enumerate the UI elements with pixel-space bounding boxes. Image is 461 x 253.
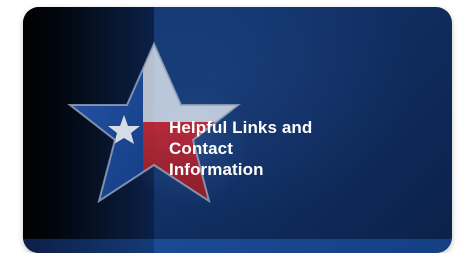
star-blue-field <box>70 44 143 201</box>
star-white-stripe <box>143 44 238 122</box>
helpful-links-card[interactable]: Helpful Links and Contact Information <box>23 7 452 253</box>
title-line-1: Helpful Links and <box>169 118 313 137</box>
card-title: Helpful Links and Contact Information <box>169 117 399 180</box>
title-line-2: Contact <box>169 139 233 158</box>
title-line-3: Information <box>169 160 264 179</box>
